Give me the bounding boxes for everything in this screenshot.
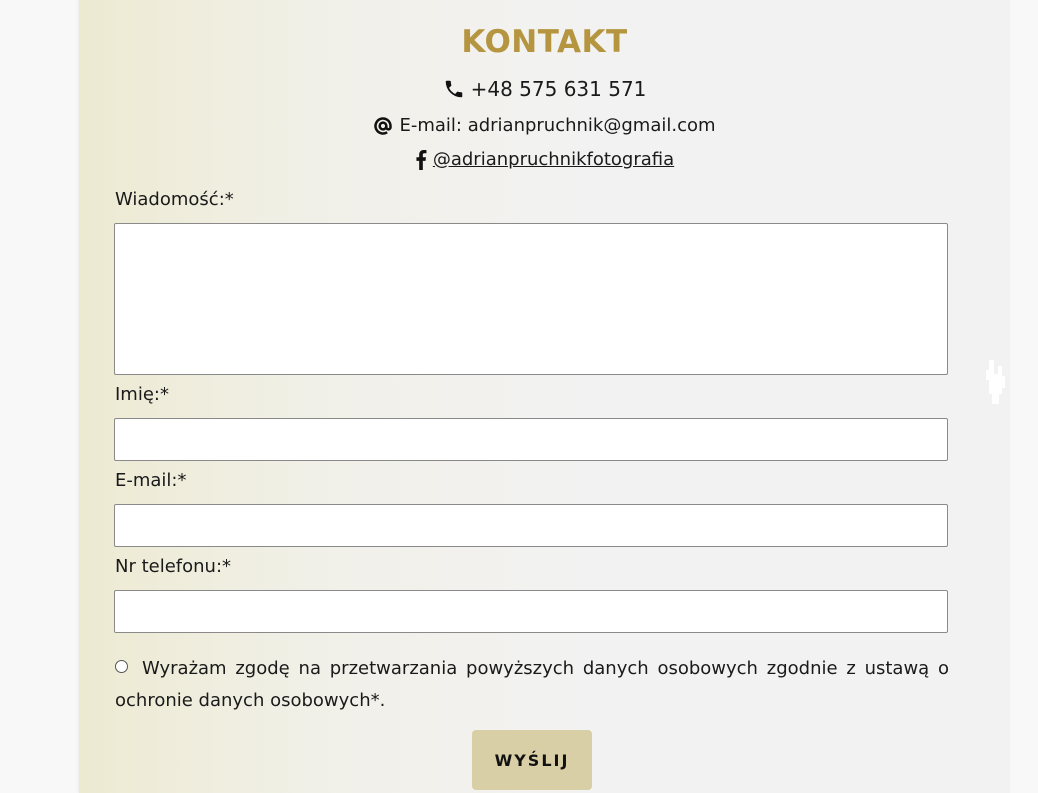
consent-checkbox[interactable] — [115, 660, 128, 673]
phone-number: +48 575 631 571 — [470, 77, 647, 101]
facebook-icon — [415, 149, 427, 170]
phone-icon — [443, 78, 465, 100]
consent-row: Wyrażam zgodę na przetwarzania powyższyc… — [115, 653, 949, 717]
name-input[interactable] — [114, 418, 948, 461]
facebook-line: @adrianpruchnikfotografia — [79, 149, 1010, 170]
email-label: E-mail:* — [115, 470, 187, 491]
phone-label: Nr telefonu:* — [115, 556, 232, 577]
at-icon — [373, 116, 393, 136]
email-input[interactable] — [114, 504, 948, 547]
submit-button[interactable]: WYŚLIJ — [472, 730, 592, 790]
hand-cursor-icon — [985, 358, 1009, 410]
message-label: Wiadomość:* — [115, 189, 234, 210]
message-textarea[interactable] — [114, 223, 948, 375]
consent-text: Wyrażam zgodę na przetwarzania powyższyc… — [115, 658, 949, 711]
phone-input[interactable] — [114, 590, 948, 633]
facebook-link[interactable]: @adrianpruchnikfotografia — [433, 149, 674, 170]
page-title: KONTAKT — [461, 24, 628, 60]
phone-line: +48 575 631 571 — [79, 77, 1010, 101]
email-text: E-mail: adrianpruchnik@gmail.com — [399, 115, 716, 136]
name-label: Imię:* — [115, 384, 169, 405]
email-line: E-mail: adrianpruchnik@gmail.com — [79, 115, 1010, 136]
